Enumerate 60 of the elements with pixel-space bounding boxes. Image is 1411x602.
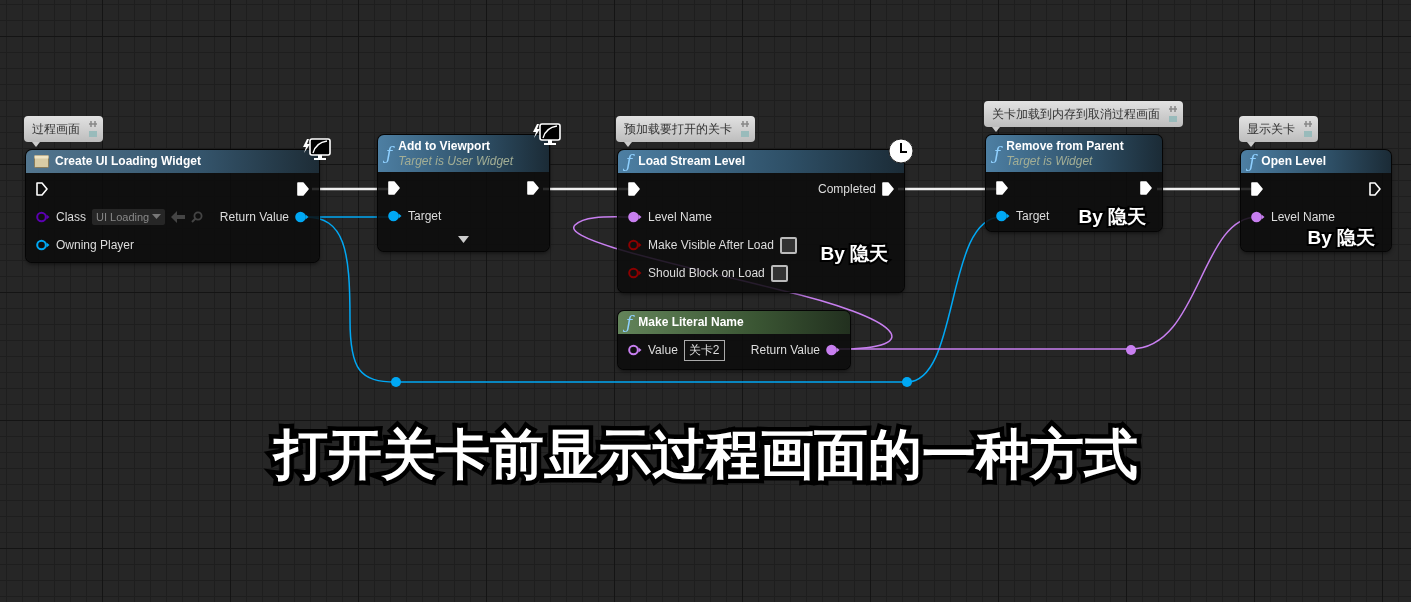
data-pin-icon[interactable]: [388, 210, 402, 222]
exec-pin-icon[interactable]: [36, 182, 48, 196]
exec-pin-icon[interactable]: [527, 181, 539, 195]
author-signature: By 隐天: [1307, 226, 1375, 250]
data-pin-icon[interactable]: [996, 210, 1010, 222]
node-title: Make Literal Name: [638, 315, 744, 330]
data-pin-icon[interactable]: [295, 211, 309, 223]
pin-label: Make Visible After Load: [648, 238, 774, 252]
author-signature: By 隐天: [1078, 205, 1146, 229]
comment-text: 关卡加载到内存到取消过程画面: [992, 105, 1160, 123]
pin-label: Level Name: [1271, 210, 1336, 224]
data-pin-icon[interactable]: [628, 344, 642, 356]
pin-label: Value: [648, 343, 678, 357]
bubble-pointer: [624, 142, 632, 147]
exec-pin-icon[interactable]: [1140, 181, 1152, 195]
pin-label: Return Value: [219, 210, 289, 224]
node-title: Load Stream Level: [638, 154, 745, 169]
pin-label: Level Name: [648, 210, 713, 224]
node-title: Open Level: [1261, 154, 1326, 169]
exec-pin-icon[interactable]: [297, 182, 309, 196]
widget-class-icon: [34, 155, 49, 168]
exec-pin-icon[interactable]: [1251, 182, 1263, 196]
pin-label: Should Block on Load: [648, 266, 765, 280]
data-pin-icon[interactable]: [628, 211, 642, 223]
expand-arrow-icon[interactable]: [458, 235, 469, 243]
node-title: Remove from Parent: [1006, 139, 1124, 154]
bubble-pointer: [1247, 142, 1255, 147]
pin-label: Return Value: [750, 343, 820, 357]
bubble-pointer: [992, 127, 1000, 132]
pin-label: Owning Player: [56, 238, 135, 252]
comment-text: 显示关卡: [1247, 120, 1295, 138]
bubble-pointer: [32, 142, 40, 147]
checkbox[interactable]: [770, 264, 788, 282]
node-subtitle: Target is Widget: [1006, 154, 1094, 168]
checkbox[interactable]: [779, 236, 797, 254]
pin-label: Completed: [817, 182, 876, 196]
exec-pin-icon[interactable]: [628, 182, 640, 196]
data-pin-icon[interactable]: [1251, 211, 1265, 223]
value-field[interactable]: 关卡2: [683, 339, 725, 361]
author-signature: By 隐天: [820, 242, 888, 266]
node-title: Create UI Loading Widget: [55, 154, 201, 169]
exec-pin-icon[interactable]: [388, 181, 400, 195]
exec-pin-icon[interactable]: [1369, 182, 1381, 196]
comment-text: 预加载要打开的关卡: [624, 120, 732, 138]
exec-pin-icon[interactable]: [996, 181, 1008, 195]
pin-label: Target: [1016, 209, 1050, 223]
reroute-knot[interactable]: [391, 377, 401, 387]
pin-label: Target: [408, 209, 442, 223]
node-subtitle: Target is User Widget: [398, 154, 514, 168]
comment-text: 过程画面: [32, 120, 80, 138]
caption-text: 打开关卡前显示过程画面的一种方式: [271, 422, 1139, 488]
reroute-knot[interactable]: [902, 377, 912, 387]
reroute-knot[interactable]: [1126, 345, 1136, 355]
class-dropdown[interactable]: UI Loading: [92, 209, 166, 225]
caret-icon: [152, 214, 162, 220]
data-pin-icon[interactable]: [826, 344, 840, 356]
node-title: Add to Viewport: [398, 139, 492, 154]
pin-label: Class: [56, 210, 86, 224]
data-pin-icon[interactable]: [36, 239, 50, 251]
exec-pin-icon[interactable]: [882, 182, 894, 196]
